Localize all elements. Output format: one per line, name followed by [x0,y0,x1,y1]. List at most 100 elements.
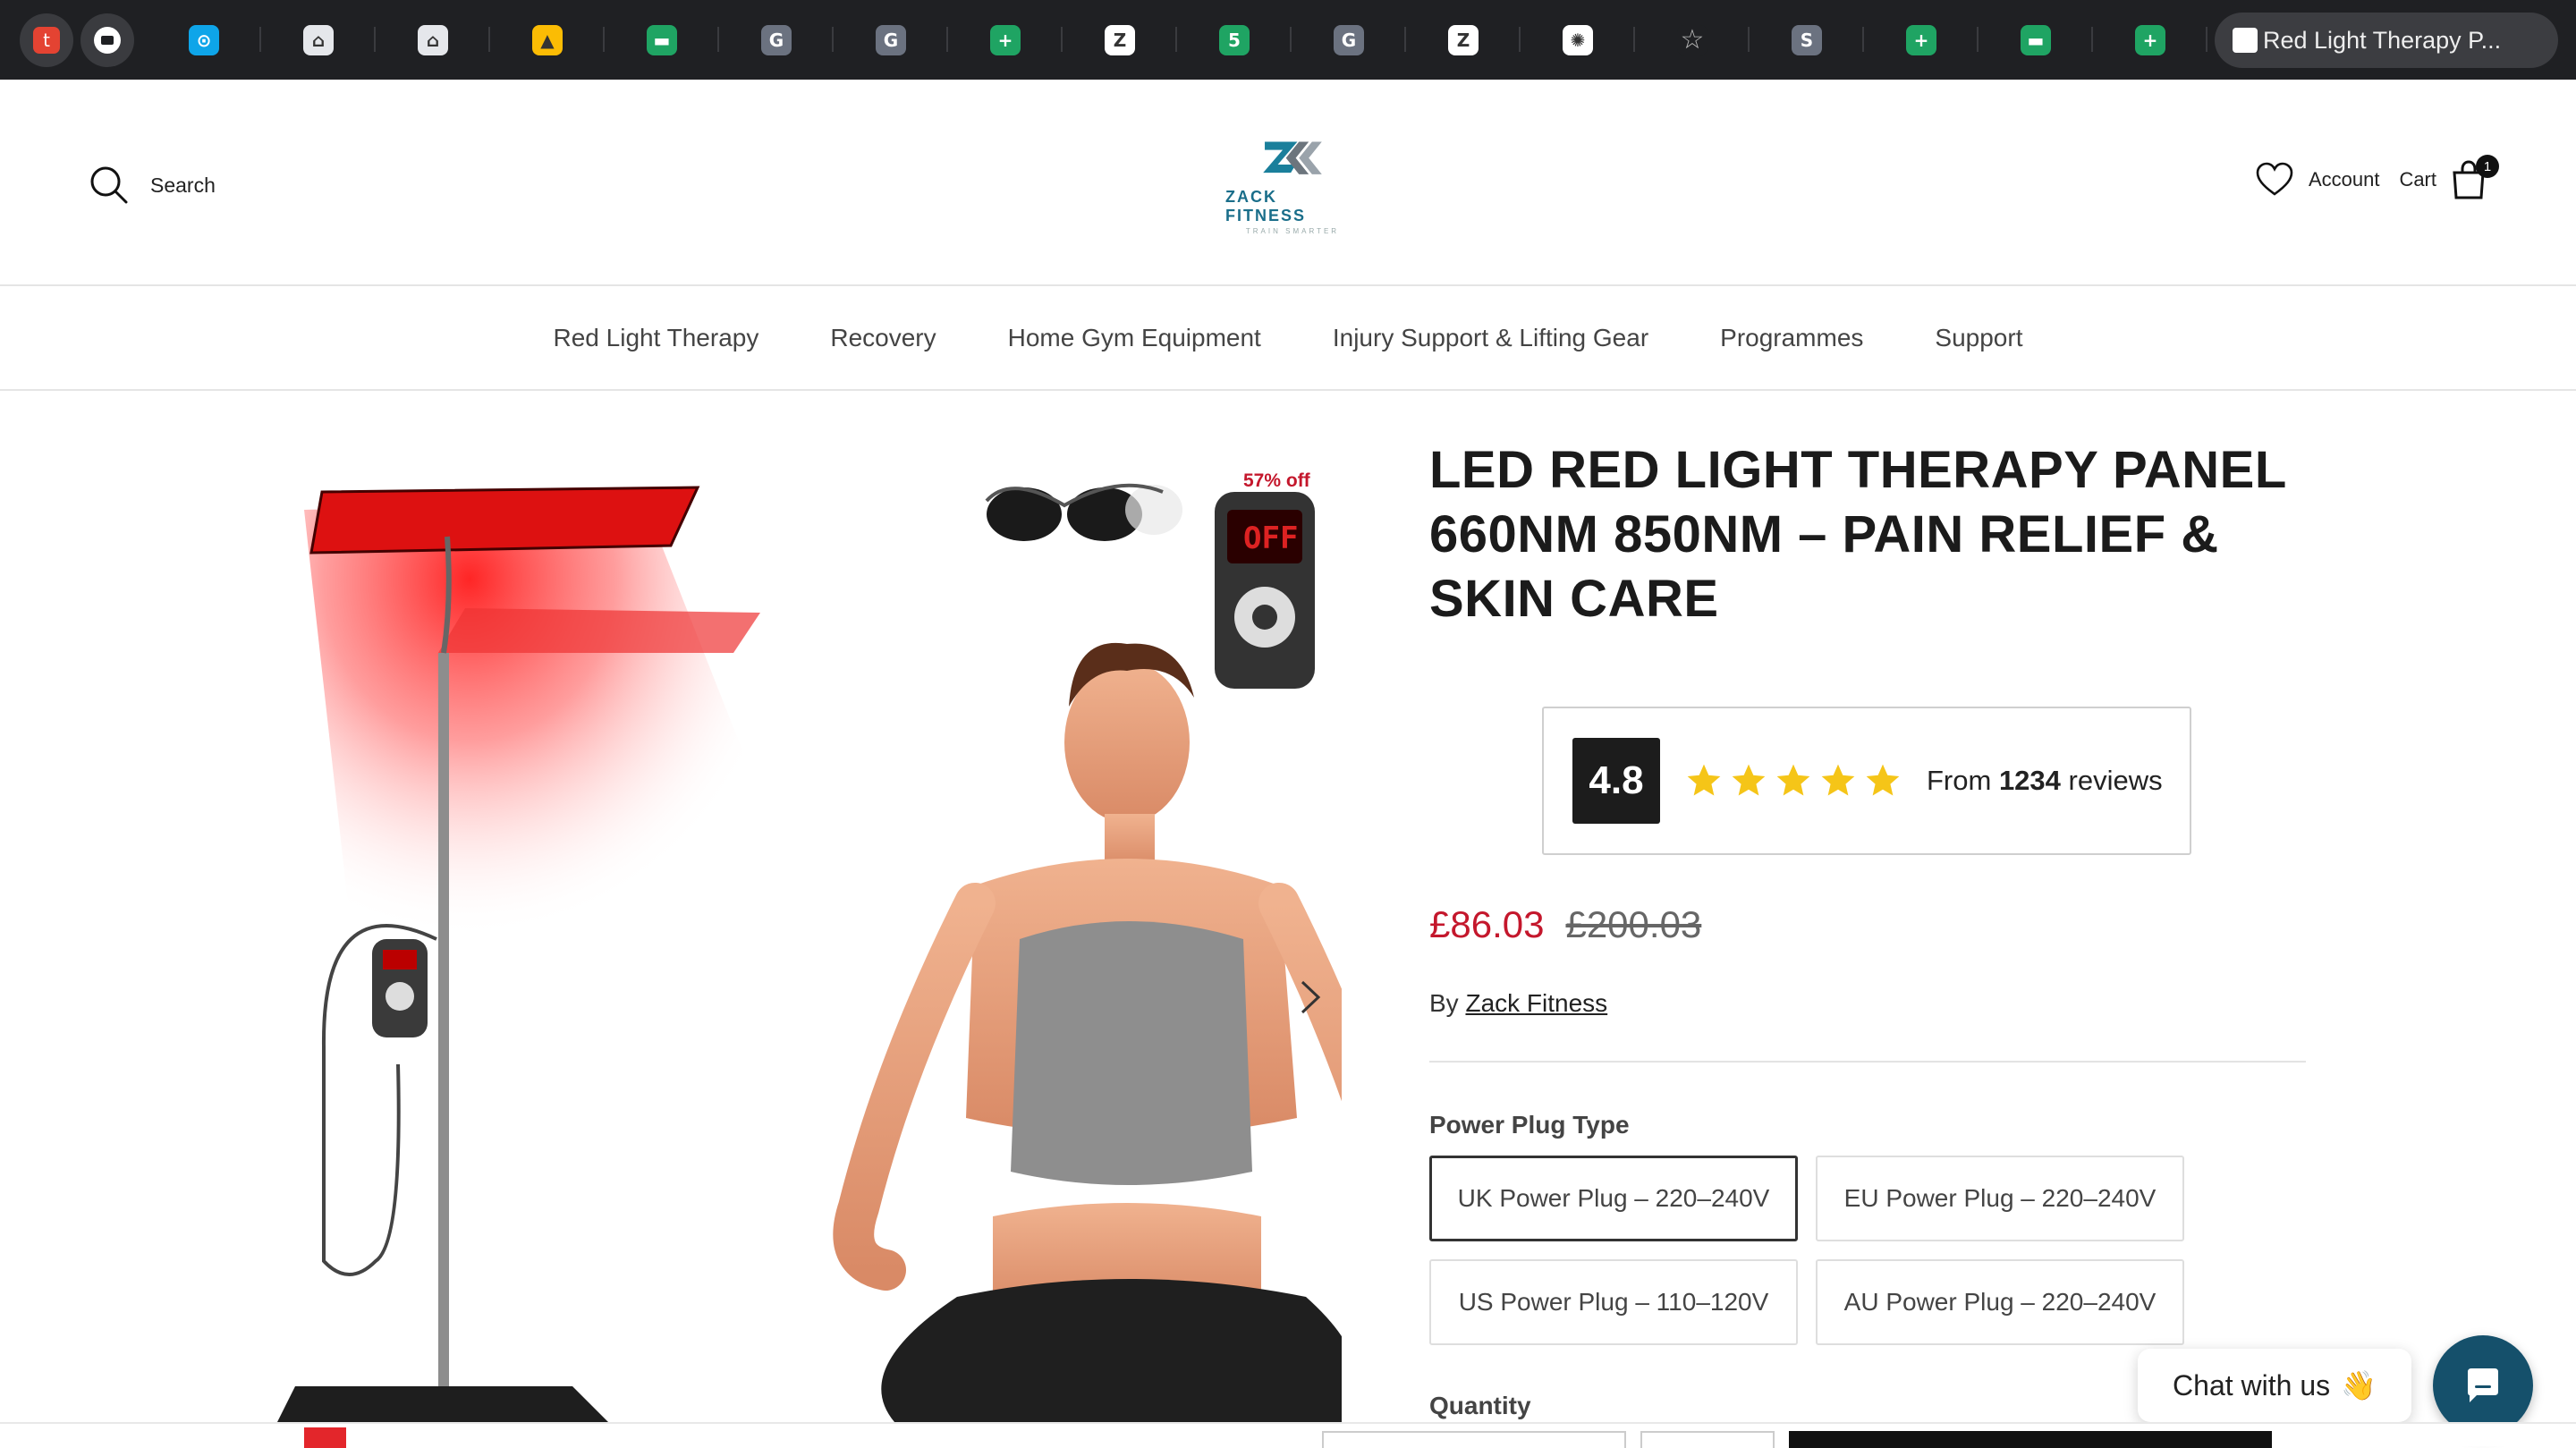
option-label: Power Plug Type [1429,1111,1630,1139]
original-price: £200.03 [1565,903,1702,945]
nav-home-gym-equipment[interactable]: Home Gym Equipment [1008,324,1261,352]
tab-12[interactable]: Z [1406,0,1521,80]
tab-sheets-1[interactable]: + [948,0,1063,80]
tab-5-favicon-icon: ▬ [647,24,677,55]
browser-tab-strip: t ⊙ ⌂ ⌂ ▲ ▬ G G + Z 5 G Z ✺ ☆ S + ▬ + Red Light Therapy P… [0,0,2576,80]
option-us-plug[interactable]: US Power Plug – 110–120V [1429,1259,1798,1345]
option-au-plug[interactable]: AU Power Plug – 220–240V [1816,1259,2184,1345]
nav-support[interactable]: Support [1935,324,2022,352]
rating-score: 4.8 [1572,738,1660,824]
main-nav: Red Light Therapy Recovery Home Gym Equi… [0,286,2576,391]
star-icon [1732,764,1766,796]
header-actions: Account Cart 1 [2255,155,2499,199]
todoist-icon: t [33,26,60,54]
cart-link[interactable]: Cart 1 [2399,155,2499,199]
account-label: Account [2308,168,2380,191]
tab-7-favicon-icon: G [876,24,906,55]
sticky-add-to-cart-button[interactable] [1789,1431,2272,1448]
divider [1429,1061,2306,1063]
product-photo [277,483,1421,1422]
reviews-count: 1234 [1998,765,2061,796]
search-label: Search [150,173,216,197]
tab-chatgpt-favicon-icon: ✺ [1563,24,1593,55]
review-summary[interactable]: 4.8 From 1234 reviews [1542,707,2191,855]
price-block: £86.03 £200.03 [1429,903,1701,946]
chat-bubble-icon [2468,1368,2498,1402]
cart-label: Cart [2399,168,2436,191]
quantity-label: Quantity [1429,1392,1531,1419]
nav-programmes[interactable]: Programmes [1720,324,1863,352]
tab-11-favicon-icon: G [1334,24,1364,55]
option-uk-plug[interactable]: UK Power Plug – 220–240V [1429,1156,1798,1241]
tab-17[interactable]: ▬ [1979,0,2093,80]
tab-6[interactable]: G [719,0,834,80]
search-icon [90,166,128,204]
tab-11[interactable]: G [1292,0,1406,80]
tab-google-ads-favicon-icon: ▲ [532,24,563,55]
pinned-tab-todoist[interactable]: t [20,13,73,67]
tab-6-favicon-icon: G [761,24,792,55]
tab-15[interactable]: S [1750,0,1864,80]
tab-1[interactable]: ⊙ [147,0,261,80]
tab-bookmark[interactable]: ☆ [1635,0,1750,80]
tab-sheets-3[interactable]: + [2093,0,2207,80]
nav-recovery[interactable]: Recovery [830,324,936,352]
pinned-tab-zoom[interactable] [80,13,134,67]
star-icon [1821,764,1855,796]
sticky-product-thumbnail [304,1427,410,1448]
by-prefix: By [1429,989,1466,1017]
tab-12-favicon-icon: Z [1448,24,1479,55]
gallery-next-arrow-icon[interactable] [1293,977,1329,1018]
site-header: Search ZACK FITNESS TRAIN SMARTER Accoun… [0,80,2576,286]
tab-2-favicon-icon: ⌂ [303,24,334,55]
cart-count-badge: 1 [2476,155,2499,178]
search-button[interactable]: Search [89,165,216,205]
logo-tagline: TRAIN SMARTER [1245,227,1340,235]
tab-15-favicon-icon: S [1792,24,1822,55]
product-title: LED RED LIGHT THERAPY PANEL 660NM 850NM … [1429,441,2286,628]
vendor-link[interactable]: Zack Fitness [1465,989,1607,1017]
sticky-add-to-cart-bar [0,1422,2576,1448]
active-tab-title: Red Light Therapy P... [2263,26,2502,54]
option-eu-plug[interactable]: EU Power Plug – 220–240V [1816,1156,2184,1241]
zack-fitness-logo-mark [1263,141,1322,174]
tab-sheets-2-favicon-icon: + [1906,24,1936,55]
account-link[interactable]: Account [2255,162,2380,198]
tab-9-favicon-icon: Z [1105,24,1135,55]
vendor-byline: By Zack Fitness [1429,989,1607,1018]
chat-label: Chat with us [2173,1368,2331,1401]
sale-price: £86.03 [1429,903,1545,945]
product-image[interactable]: 57% off OFF [268,438,1421,1422]
tab-2[interactable]: ⌂ [261,0,376,80]
nav-red-light-therapy[interactable]: Red Light Therapy [554,324,759,352]
tab-10-favicon-icon: 5 [1219,24,1250,55]
tab-5[interactable]: ▬ [605,0,719,80]
star-icon [1687,764,1721,796]
tab-10[interactable]: 5 [1177,0,1292,80]
tab-17-favicon-icon: ▬ [2021,24,2051,55]
tab-google-ads[interactable]: ▲ [490,0,605,80]
site-logo[interactable]: ZACK FITNESS TRAIN SMARTER [1225,137,1360,235]
wave-emoji-icon: 👋 [2341,1368,2377,1402]
reviews-count-text: From 1234 reviews [1927,765,2163,797]
tab-7[interactable]: G [834,0,948,80]
tab-sheets-1-favicon-icon: + [990,24,1021,55]
sticky-variant-select[interactable] [1322,1431,1626,1448]
tab-9[interactable]: Z [1063,0,1177,80]
active-tab[interactable]: Red Light Therapy P... [2215,13,2558,68]
tab-sheets-3-favicon-icon: + [2135,24,2165,55]
chat-launcher-button[interactable] [2433,1335,2533,1435]
star-icon [1866,764,1900,796]
zack-fitness-favicon [2233,28,2258,53]
logo-name: ZACK FITNESS [1225,188,1307,224]
nav-injury-support[interactable]: Injury Support & Lifting Gear [1333,324,1648,352]
sticky-quantity-stepper[interactable] [1640,1431,1775,1448]
tab-list: ⊙ ⌂ ⌂ ▲ ▬ G G + Z 5 G Z ✺ ☆ S + ▬ + [147,0,2207,80]
zoom-icon [94,26,121,54]
tab-sheets-2[interactable]: + [1864,0,1979,80]
chat-with-us-pill[interactable]: Chat with us 👋 [2138,1349,2411,1422]
tab-chatgpt[interactable]: ✺ [1521,0,1635,80]
reviews-prefix: From [1927,765,1999,796]
product-info: LED RED LIGHT THERAPY PANEL 660NM 850NM … [1429,438,2306,1419]
tab-3[interactable]: ⌂ [376,0,490,80]
